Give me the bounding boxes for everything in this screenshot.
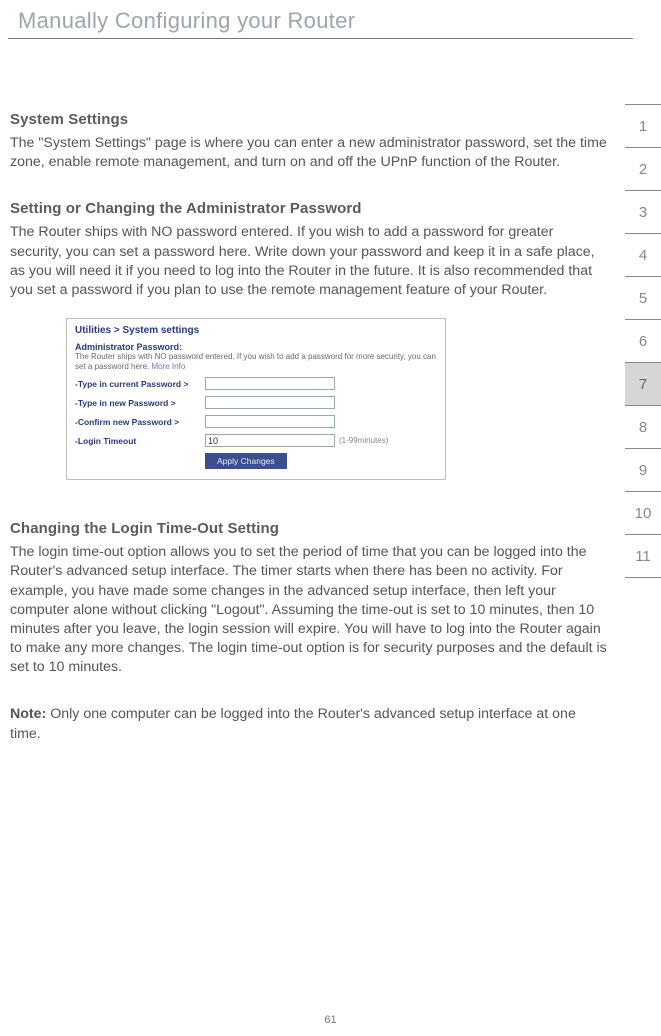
- inset-row-timeout: -Login Timeout (1-99minutes): [75, 434, 437, 447]
- settings-screenshot: Utilities > System settings Administrato…: [66, 318, 446, 480]
- note-body: Only one computer can be logged into the…: [10, 706, 576, 741]
- heading-admin-password: Setting or Changing the Administrator Pa…: [10, 200, 607, 217]
- inset-row-current: -Type in current Password >: [75, 377, 437, 390]
- tab-9[interactable]: 9: [625, 448, 661, 492]
- hint-login-timeout: (1-99minutes): [339, 436, 388, 445]
- tab-4[interactable]: 4: [625, 233, 661, 277]
- text-login-timeout: The login time-out option allows you to …: [10, 543, 607, 677]
- label-new-password: -Type in new Password >: [75, 398, 205, 408]
- tab-10[interactable]: 10: [625, 491, 661, 535]
- input-confirm-password[interactable]: [205, 415, 335, 428]
- inset-more-info-link[interactable]: More Info: [151, 362, 185, 371]
- note-label: Note:: [10, 706, 46, 722]
- input-new-password[interactable]: [205, 396, 335, 409]
- inset-desc-text: The Router ships with NO password entere…: [75, 352, 436, 371]
- inset-row-new: -Type in new Password >: [75, 396, 437, 409]
- tab-2[interactable]: 2: [625, 147, 661, 191]
- input-current-password[interactable]: [205, 377, 335, 390]
- input-login-timeout[interactable]: [205, 434, 335, 447]
- heading-system-settings: System Settings: [10, 111, 607, 128]
- inset-row-confirm: -Confirm new Password >: [75, 415, 437, 428]
- inset-breadcrumb: Utilities > System settings: [75, 325, 437, 336]
- label-current-password: -Type in current Password >: [75, 379, 205, 389]
- inset-desc: The Router ships with NO password entere…: [75, 352, 437, 371]
- section-tabs: 1 2 3 4 5 6 7 8 9 10 11: [625, 104, 661, 577]
- label-confirm-password: -Confirm new Password >: [75, 417, 205, 427]
- tab-6[interactable]: 6: [625, 319, 661, 363]
- tab-11[interactable]: 11: [625, 534, 661, 578]
- apply-changes-button[interactable]: Apply Changes: [205, 453, 287, 469]
- heading-login-timeout: Changing the Login Time-Out Setting: [10, 520, 607, 537]
- page-number: 61: [0, 1014, 661, 1026]
- text-system-settings: The "System Settings" page is where you …: [10, 134, 607, 172]
- tab-1[interactable]: 1: [625, 104, 661, 148]
- tab-3[interactable]: 3: [625, 190, 661, 234]
- text-admin-password: The Router ships with NO password entere…: [10, 223, 607, 300]
- page-title: Manually Configuring your Router: [8, 0, 633, 39]
- tab-5[interactable]: 5: [625, 276, 661, 320]
- note-text: Note: Only one computer can be logged in…: [10, 705, 607, 743]
- main-content: System Settings The "System Settings" pa…: [0, 39, 661, 744]
- inset-button-row: Apply Changes: [75, 453, 437, 469]
- label-login-timeout: -Login Timeout: [75, 436, 205, 446]
- inset-subhead: Administrator Password:: [75, 342, 437, 352]
- tab-7[interactable]: 7: [625, 362, 661, 406]
- tab-8[interactable]: 8: [625, 405, 661, 449]
